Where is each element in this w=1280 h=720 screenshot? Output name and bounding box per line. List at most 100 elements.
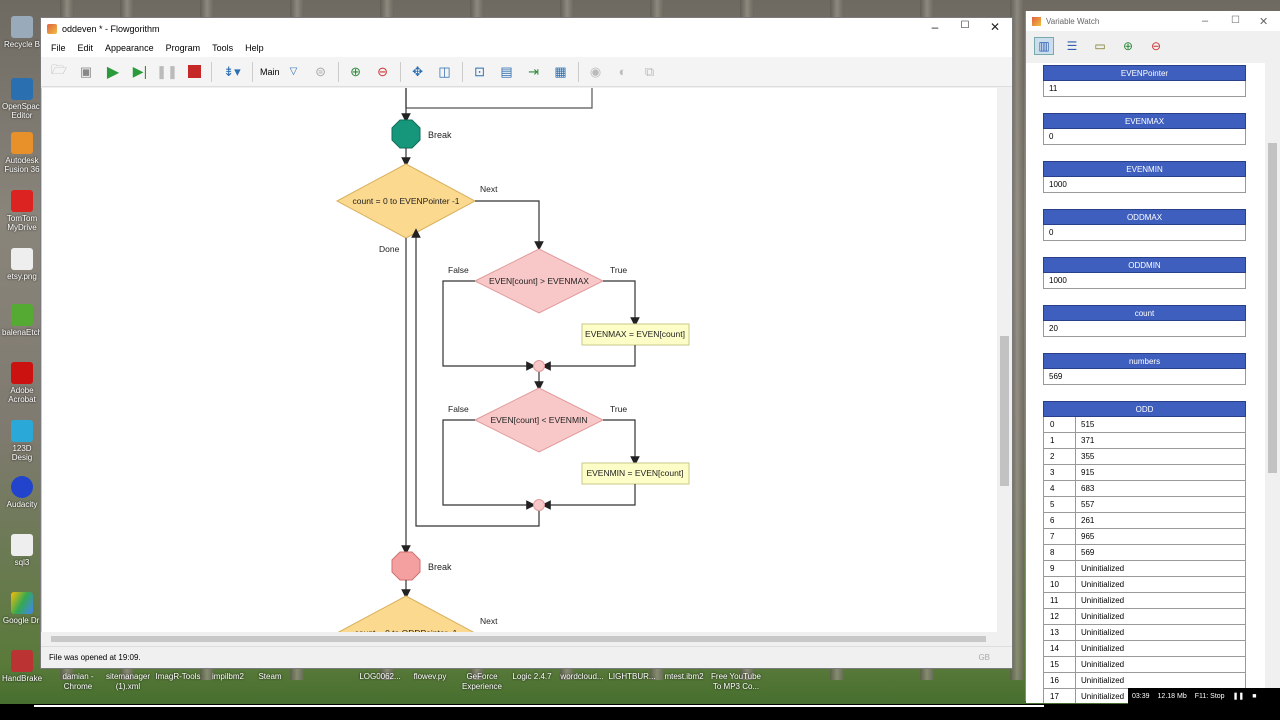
menu-bar: File Edit Appearance Program Tools Help	[41, 39, 1012, 57]
close-button[interactable]: ✕	[1259, 15, 1268, 28]
variable-value: 0	[1043, 225, 1246, 241]
array-value: 683	[1081, 484, 1095, 493]
pause-icon[interactable]: ❚❚	[156, 62, 178, 82]
desktop-icon-etsy[interactable]: etsy.png	[2, 248, 42, 281]
desktop-icon-acrobat[interactable]: Adobe Acrobat	[2, 362, 42, 404]
console-icon[interactable]: ▤	[497, 62, 517, 82]
canvas-vertical-scrollbar[interactable]	[997, 88, 1012, 648]
variable-watch-icon[interactable]: ⊡	[470, 62, 490, 82]
variable-watch-scrollbar[interactable]	[1265, 63, 1280, 703]
recorder-size: 12.18 Mb	[1157, 692, 1187, 700]
desktop-file-label[interactable]: Free YouTube To MP3 Co...	[706, 672, 766, 692]
open-folder-icon[interactable]: 🗁	[49, 62, 69, 82]
array-value: 371	[1081, 436, 1095, 445]
desktop-file-label[interactable]: mtest.ibm2	[654, 672, 714, 682]
pause-icon[interactable]: ❚❚	[1233, 692, 1245, 700]
maximize-button[interactable]: ☐	[1231, 15, 1240, 26]
array-row: 16 Uninitialized	[1043, 673, 1246, 689]
desktop-icon-openspace[interactable]: OpenSpace Editor	[2, 78, 44, 120]
if-condition-label: EVEN[count] < EVENMIN	[490, 415, 587, 425]
variable-value: 1000	[1043, 273, 1246, 289]
variable-watch-titlebar[interactable]: Variable Watch – ☐ ✕	[1026, 11, 1280, 31]
minimize-button[interactable]: –	[920, 20, 950, 34]
if-false-label: False	[448, 404, 469, 414]
break-label: Break	[428, 130, 452, 140]
flowchart-canvas[interactable]: Break count = 0 to EVENPointer -1 Next D…	[41, 88, 998, 648]
array-index: 11	[1044, 593, 1076, 608]
array-value: Uninitialized	[1081, 596, 1125, 605]
desktop-icon-handbrake[interactable]: HandBrake	[2, 650, 42, 683]
window-titlebar[interactable]: oddeven * - Flowgorithm – ☐ ✕	[41, 18, 1012, 39]
step-icon[interactable]: ▶|	[130, 62, 150, 82]
clear-breakpoints-icon[interactable]: ◐	[613, 62, 633, 82]
menu-help[interactable]: Help	[239, 43, 270, 53]
variable-value: 569	[1043, 369, 1246, 385]
break-shape[interactable]	[391, 551, 421, 581]
run-speed-icon[interactable]: ⇟▾	[219, 62, 245, 82]
break-label: Break	[428, 562, 452, 572]
variable-name: ODDMAX	[1043, 209, 1246, 225]
menu-edit[interactable]: Edit	[72, 43, 100, 53]
array-name: ODD	[1043, 401, 1246, 417]
menu-appearance[interactable]: Appearance	[99, 43, 160, 53]
array-value: Uninitialized	[1081, 644, 1125, 653]
desktop-icon-google-drive[interactable]: Google Dri	[2, 592, 42, 625]
stop-icon[interactable]: ■	[1252, 693, 1256, 700]
array-value: 915	[1081, 468, 1095, 477]
desktop-file-label[interactable]: flowev.py	[400, 672, 460, 682]
desktop-file-label[interactable]: LIGHTBUR...	[602, 672, 662, 682]
recorder-bar: 03:39 12.18 Mb F11: Stop ❚❚ ■	[1128, 688, 1280, 704]
zoom-out-icon[interactable]: ⊖	[1146, 37, 1166, 55]
if-false-label: False	[448, 265, 469, 275]
desktop-file-label[interactable]: Steam	[240, 672, 300, 682]
list-view-icon[interactable]: ☰	[1062, 37, 1082, 55]
drawing-window-icon[interactable]: ▦	[551, 62, 571, 82]
pan-icon[interactable]: ✥	[408, 62, 428, 82]
menu-tools[interactable]: Tools	[206, 43, 239, 53]
run-icon[interactable]: ▶	[103, 62, 123, 82]
stop-icon[interactable]	[184, 62, 204, 82]
desktop-icon-sql3[interactable]: sql3	[2, 534, 42, 567]
variable-watch-toolbar: ▥ ☰ ▭ ⊕ ⊖	[1026, 31, 1280, 61]
settings-icon[interactable]: ⧉	[640, 62, 660, 82]
desktop-icon-123d[interactable]: 123D Desig	[2, 420, 42, 462]
menu-program[interactable]: Program	[160, 43, 207, 53]
array-index: 16	[1044, 673, 1076, 688]
array-row: 1 371	[1043, 433, 1246, 449]
zoom-in-icon[interactable]: ⊕	[346, 62, 366, 82]
close-button[interactable]: ✕	[980, 20, 1010, 34]
maximize-button[interactable]: ☐	[950, 20, 980, 31]
desktop-icon-balena[interactable]: balenaEtch	[2, 304, 42, 337]
variable-value: 1000	[1043, 177, 1246, 193]
desktop-icon-tomtom[interactable]: TomTom MyDrive	[2, 190, 42, 232]
if-condition-label: EVEN[count] > EVENMAX	[489, 276, 589, 286]
canvas-horizontal-scrollbar[interactable]	[41, 632, 998, 646]
label-view-icon[interactable]: ▭	[1090, 37, 1110, 55]
status-bar: File was opened at 19:09. GB	[41, 646, 1012, 668]
minimize-button[interactable]: –	[1202, 15, 1208, 27]
zoom-in-icon[interactable]: ⊕	[1118, 37, 1138, 55]
zoom-out-icon[interactable]: ⊖	[373, 62, 393, 82]
desktop-icon-audacity[interactable]: Audacity	[2, 476, 42, 509]
variable-value: 20	[1043, 321, 1246, 337]
array-value: 965	[1081, 532, 1095, 541]
assign-label: EVENMIN = EVEN[count]	[586, 468, 683, 478]
variable-watch-title: Variable Watch	[1046, 16, 1100, 26]
source-code-icon[interactable]: ⇥	[524, 62, 544, 82]
menu-file[interactable]: File	[45, 43, 72, 53]
variable-entry: count 20	[1043, 305, 1246, 337]
flowchart: Break count = 0 to EVENPointer -1 Next D…	[335, 88, 690, 648]
layout-icon[interactable]: ◫	[435, 62, 455, 82]
chevron-down-icon[interactable]: ▽	[284, 62, 304, 82]
save-icon[interactable]: ▣	[76, 62, 96, 82]
manage-functions-icon[interactable]: ⊜	[311, 62, 331, 82]
breakpoint-icon[interactable]: ◉	[586, 62, 606, 82]
array-index: 3	[1044, 465, 1076, 480]
desktop-icon-recycle-bin[interactable]: Recycle B	[2, 16, 42, 49]
desktop-icon-fusion[interactable]: Autodesk Fusion 36	[2, 132, 42, 174]
split-view-icon[interactable]: ▥	[1034, 37, 1054, 55]
variable-list: EVENPointer 11 EVENMAX 0 EVENMIN 1000 OD…	[1026, 63, 1266, 703]
break-shape[interactable]	[391, 119, 421, 149]
array-row: 6 261	[1043, 513, 1246, 529]
function-selector[interactable]: Main	[260, 62, 280, 82]
